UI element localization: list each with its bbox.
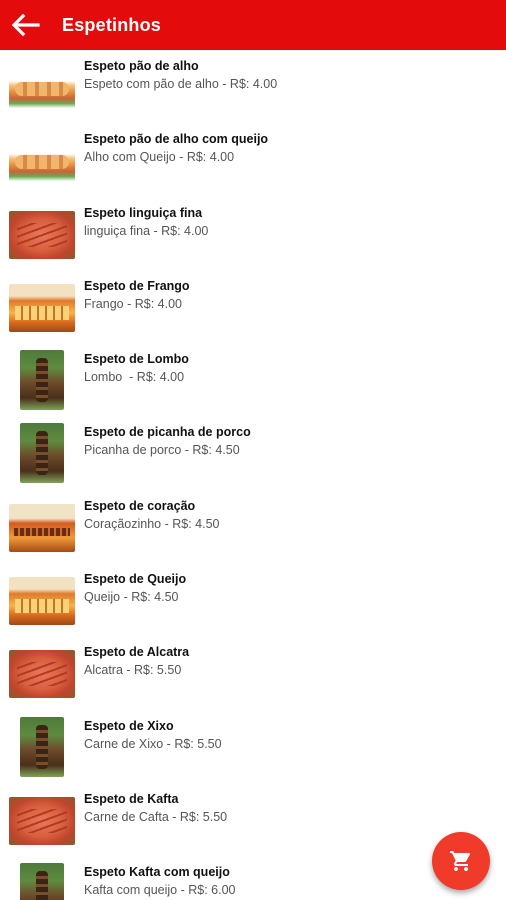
item-title: Espeto de Queijo	[84, 572, 187, 587]
list-item[interactable]: Espeto de picanha de porco Picanha de por…	[0, 416, 506, 489]
item-subtitle: Frango - R$: 4.00	[84, 296, 182, 311]
menu-list[interactable]: Espeto pão de alho Espeto com pão de alho…	[0, 50, 506, 900]
list-item[interactable]: Espeto de Frango Frango - R$: 4.00	[0, 270, 506, 343]
item-title: Espeto linguiça fina	[84, 205, 203, 220]
item-title: Espeto pão de alho	[84, 59, 199, 73]
item-title: Espeto de Alcatra	[84, 645, 190, 660]
item-title: Espeto de Frango	[84, 278, 190, 293]
list-item[interactable]: Espeto de Xixo Carne de Xixo - R$: 5.50	[0, 710, 506, 783]
item-thumbnail	[9, 577, 75, 626]
item-subtitle: Picanha de porco - R$: 4.50	[84, 443, 240, 458]
list-item[interactable]: Espeto de Lombo Lombo - R$: 4.00	[0, 343, 506, 416]
item-thumbnail	[20, 423, 64, 484]
item-subtitle: Espeto com pão de alho - R$: 4.00	[84, 77, 278, 91]
item-subtitle: Queijo - R$: 4.50	[84, 590, 179, 605]
item-title: Espeto de picanha de porco	[84, 425, 251, 440]
arrow-left-icon	[11, 13, 40, 37]
app-bar: Espetinhos	[0, 0, 506, 50]
list-item[interactable]: Espeto de Queijo Queijo - R$: 4.50	[0, 563, 506, 636]
item-thumbnail	[9, 283, 75, 332]
item-thumbnail	[9, 650, 75, 699]
item-thumbnail	[20, 350, 64, 411]
item-title: Espeto de Lombo	[84, 352, 189, 367]
item-subtitle: Carne de Xixo - R$: 5.50	[84, 736, 222, 751]
list-item[interactable]: Espeto linguiça fina linguiça fina - R$: …	[0, 197, 506, 270]
item-title: Espeto de Kafta	[84, 791, 179, 806]
item-thumbnail	[20, 716, 64, 777]
item-subtitle: Alho com Queijo - R$: 4.00	[84, 150, 235, 165]
list-item[interactable]: Espeto pão de alho com queijo Alho com Qu…	[0, 123, 506, 196]
item-thumbnail	[9, 796, 75, 845]
list-item[interactable]: Espeto de Kafta Carne de Cafta - R$: 5.50	[0, 783, 506, 856]
item-subtitle: Alcatra - R$: 5.50	[84, 663, 182, 678]
item-title: Espeto de coração	[84, 498, 196, 513]
item-thumbnail	[9, 64, 75, 112]
item-subtitle: Lombo - R$: 4.00	[84, 370, 185, 385]
item-thumbnail	[20, 863, 64, 900]
list-item[interactable]: Espeto Kafta com queijo Kafta com queijo …	[0, 856, 506, 900]
item-title: Espeto Kafta com queijo	[84, 865, 230, 880]
shopping-cart-icon	[450, 851, 471, 871]
page-title: Espetinhos	[62, 14, 162, 35]
item-thumbnail	[9, 210, 75, 259]
item-thumbnail	[9, 503, 75, 552]
list-item[interactable]: Espeto pão de alho Espeto com pão de alho…	[0, 50, 506, 123]
list-item[interactable]: Espeto de coração Coraçãozinho - R$: 4.50	[0, 490, 506, 563]
back-button[interactable]	[0, 0, 50, 50]
item-subtitle: Coraçãozinho - R$: 4.50	[84, 516, 220, 531]
item-subtitle: Carne de Cafta - R$: 5.50	[84, 809, 228, 824]
item-subtitle: Kafta com queijo - R$: 6.00	[84, 883, 236, 898]
item-thumbnail	[9, 137, 75, 186]
item-title: Espeto de Xixo	[84, 718, 174, 733]
item-subtitle: linguiça fina - R$: 4.00	[84, 223, 209, 238]
list-item[interactable]: Espeto de Alcatra Alcatra - R$: 5.50	[0, 636, 506, 709]
cart-button[interactable]	[432, 832, 490, 890]
item-title: Espeto pão de alho com queijo	[84, 132, 269, 147]
